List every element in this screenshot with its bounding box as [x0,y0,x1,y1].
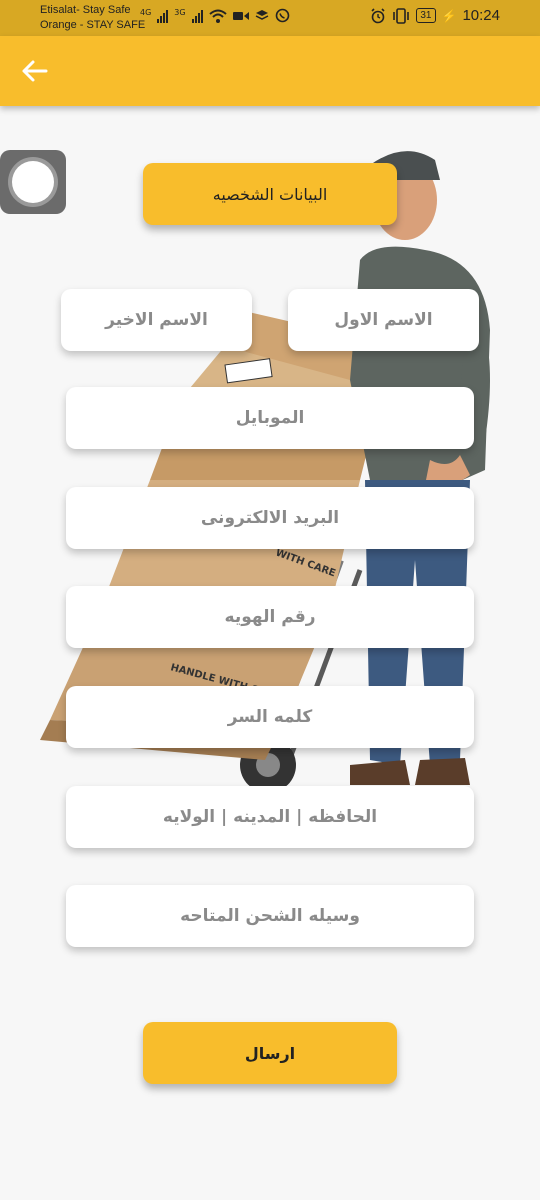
floating-assistive-button[interactable] [0,150,66,214]
signal-icon [157,9,169,23]
app-bar [0,36,540,106]
carrier-info: Etisalat- Stay Safe Orange - STAY SAFE [40,3,145,33]
battery-icon: 31 [416,8,436,23]
last-name-field[interactable]: الاسم الاخير [61,289,252,351]
signal-icon-2 [191,9,203,23]
first-name-field[interactable]: الاسم الاول [288,289,479,351]
assistive-circle-icon [12,161,54,203]
vibrate-icon [393,7,410,24]
shipping-method-field[interactable]: وسيله الشحن المتاحه [66,885,474,947]
carrier-line-2: Orange - STAY SAFE [40,19,146,31]
status-right: 31 ⚡ 10:24 [370,7,500,24]
region-field[interactable]: الحافظه | المدينه | الولايه [66,786,474,848]
shipping-placeholder: وسيله الشحن المتاحه [180,906,360,926]
email-field[interactable]: البريد الالكترونى [66,487,474,549]
layers-icon [255,9,268,20]
password-placeholder: كلمه السر [227,707,313,727]
submit-label: ارسال [244,1043,296,1063]
arrow-left-icon [22,60,48,82]
clock: 10:24 [462,7,500,24]
whatsapp-icon [275,8,289,23]
region-placeholder: الحافظه | المدينه | الولايه [162,807,378,827]
id-placeholder: رقم الهويه [224,607,316,627]
network-icons: 4G 3G [140,8,290,23]
net-type-2: 3G [174,8,186,17]
email-placeholder: البريد الالكترونى [200,508,340,528]
submit-button[interactable]: ارسال [143,1022,397,1084]
last-name-placeholder: الاسم الاخير [105,310,208,330]
wifi-icon [208,9,227,23]
first-name-placeholder: الاسم الاول [334,310,433,330]
net-type-1: 4G [140,8,152,17]
id-number-field[interactable]: رقم الهويه [66,586,474,648]
charging-icon: ⚡ [441,8,457,23]
status-bar: Etisalat- Stay Safe Orange - STAY SAFE 4… [0,0,540,36]
video-icon [232,11,249,20]
alarm-icon [371,7,385,23]
mobile-field[interactable]: الموبايل [66,387,474,449]
back-button[interactable] [18,56,54,86]
carrier-line-1: Etisalat- Stay Safe [40,4,131,16]
mobile-placeholder: الموبايل [235,408,305,428]
section-title-label: البيانات الشخصيه [212,184,328,204]
password-field[interactable]: كلمه السر [66,686,474,748]
personal-data-section-button[interactable]: البيانات الشخصيه [143,163,397,225]
